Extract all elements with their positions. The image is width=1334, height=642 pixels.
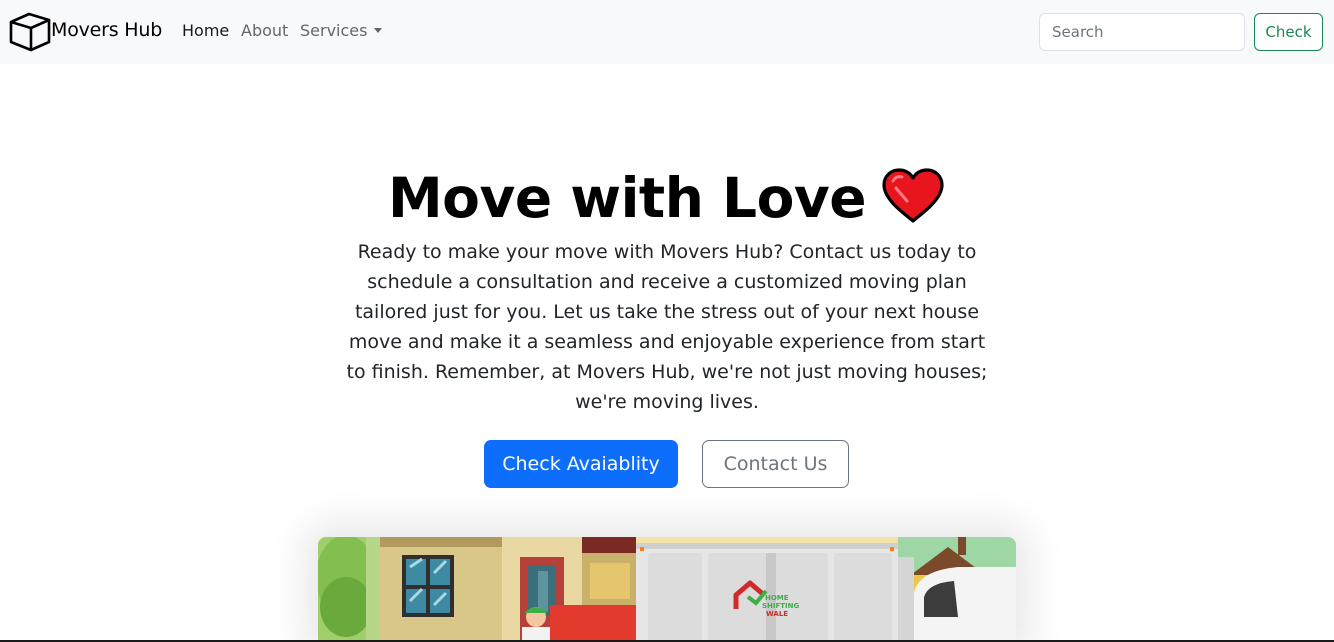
- nav-link-about[interactable]: About: [241, 21, 288, 40]
- nav-dropdown-services[interactable]: Services: [300, 21, 383, 40]
- contact-us-button[interactable]: Contact Us: [702, 440, 849, 488]
- hero-description: Ready to make your move with Movers Hub?…: [346, 241, 988, 413]
- box-icon: [9, 12, 51, 52]
- svg-text:WALE: WALE: [766, 610, 788, 618]
- svg-text:HOME: HOME: [765, 594, 789, 602]
- hero-title-text: Move with Love: [387, 166, 867, 230]
- svg-text:SHIFTING: SHIFTING: [762, 602, 800, 610]
- navbar-brand[interactable]: Movers Hub: [9, 12, 162, 52]
- check-availability-button[interactable]: Check Avaiablity: [484, 440, 678, 488]
- brand-name: Movers Hub: [51, 19, 163, 41]
- check-button[interactable]: Check: [1254, 13, 1323, 51]
- hero-illustration: HOME SHIFTING WALE: [318, 537, 1016, 642]
- navbar: Movers Hub Home About Services Check: [0, 0, 1334, 64]
- heart-icon: [880, 167, 946, 240]
- search-input[interactable]: [1039, 13, 1245, 51]
- nav-dropdown-services-label: Services: [300, 21, 368, 40]
- hero-title: Move with Love: [0, 164, 1334, 240]
- moving-scene-illustration: HOME SHIFTING WALE: [318, 537, 1016, 642]
- nav-link-home[interactable]: Home: [182, 21, 229, 40]
- caret-down-icon: [374, 28, 383, 33]
